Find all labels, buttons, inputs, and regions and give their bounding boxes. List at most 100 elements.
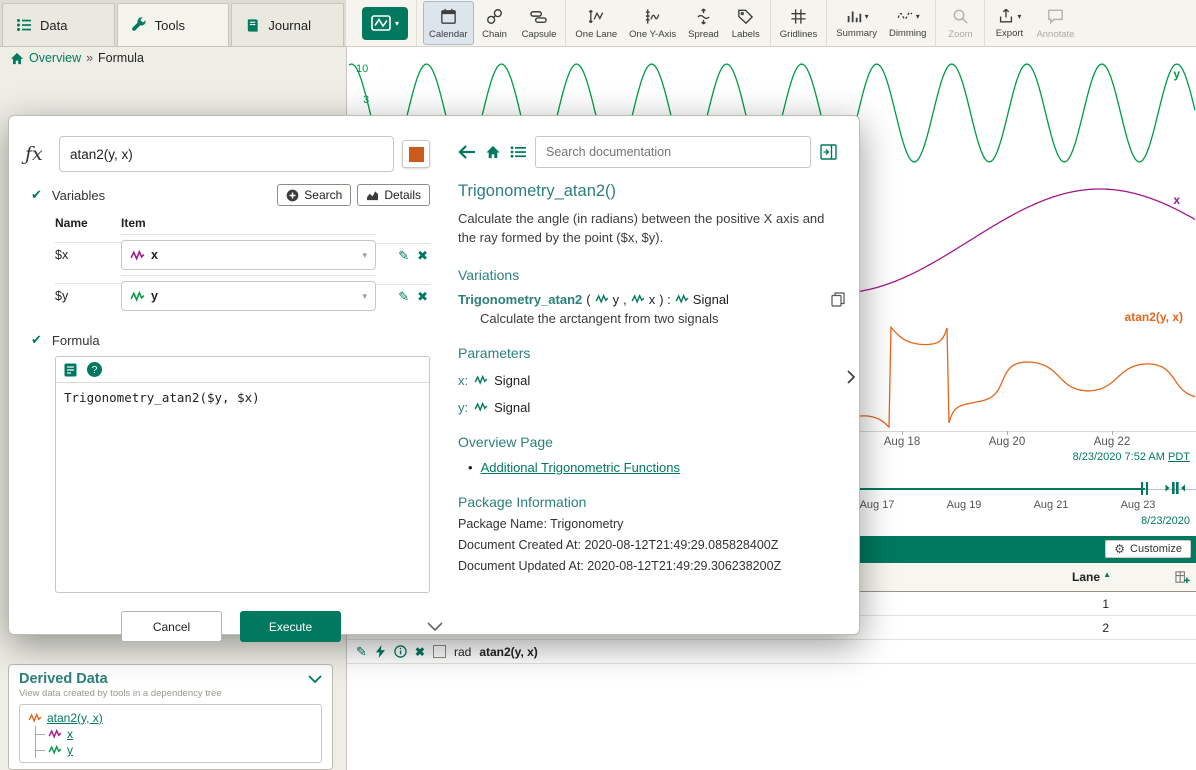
tree-node-child[interactable]: y — [36, 742, 313, 758]
row-selection-checkbox[interactable] — [433, 645, 446, 658]
help-icon[interactable]: ? — [87, 362, 102, 377]
info-icon[interactable] — [394, 645, 407, 658]
toolbar-button-annotate[interactable]: Annotate — [1030, 1, 1080, 45]
toolbar-button-spread[interactable]: Spread — [682, 1, 725, 45]
signal-color-swatch — [409, 147, 424, 162]
variable-item-dropdown-x[interactable]: x ▾ — [121, 240, 376, 270]
formula-name-input[interactable] — [59, 136, 394, 172]
collapse-panel-icon[interactable] — [820, 144, 837, 160]
lane-label-y: y — [1173, 67, 1180, 81]
trig-functions-link[interactable]: Additional Trigonometric Functions — [481, 460, 680, 475]
toolbar-button-labels[interactable]: Labels — [725, 1, 767, 45]
lane-cell: 1 — [1102, 597, 1109, 611]
signal-icon — [595, 294, 609, 304]
display-range-timestamp[interactable]: 8/23/2020 7:52 AM PDT — [1073, 451, 1190, 463]
toolbar-button-one-lane[interactable]: One Lane — [569, 1, 623, 45]
tree-child-link[interactable]: x — [67, 727, 73, 741]
variables-search-button[interactable]: Search — [277, 184, 351, 206]
tree-node-child[interactable]: x — [36, 726, 313, 742]
scrubber-date[interactable]: 8/23/2020 — [1141, 515, 1190, 527]
collapse-chevron-icon[interactable] — [308, 675, 322, 683]
scrubber-handle[interactable] — [1141, 482, 1143, 495]
chevron-right-icon[interactable] — [846, 369, 856, 385]
tab-journal-label: Journal — [268, 18, 311, 33]
variable-item-label: x — [151, 248, 158, 262]
signal-icon — [130, 291, 145, 302]
home-icon[interactable] — [10, 52, 24, 65]
formula-code[interactable]: Trigonometry_atan2($y, $x) — [56, 383, 429, 412]
breadcrumb-overview-link[interactable]: Overview — [29, 51, 81, 65]
tab-tools[interactable]: Tools — [117, 3, 230, 46]
index-list-icon[interactable] — [510, 145, 526, 159]
tree-node-root[interactable]: atan2(y, x) — [28, 709, 313, 726]
signal-name-cell[interactable]: atan2(y, x) — [479, 645, 537, 659]
doc-description: Calculate the angle (in radians) between… — [458, 210, 849, 248]
toolbar-button-summary[interactable]: ▾ Summary — [830, 1, 883, 45]
color-swatch-button[interactable] — [402, 140, 430, 168]
add-column-icon[interactable] — [1175, 570, 1190, 585]
gridlines-icon — [789, 7, 808, 26]
tree-root-link[interactable]: atan2(y, x) — [47, 711, 103, 725]
edit-pencil-icon[interactable]: ✎ — [398, 249, 409, 262]
x-axis-tick: Aug 18 — [867, 436, 937, 448]
data-list-icon — [16, 18, 32, 32]
formula-heading: Formula — [52, 333, 100, 348]
doc-search-input[interactable] — [535, 136, 811, 168]
snippets-icon[interactable] — [64, 363, 77, 377]
breadcrumb: Overview » Formula — [10, 51, 144, 65]
lane-label-x: x — [1173, 193, 1180, 207]
edit-pencil-icon[interactable]: ✎ — [398, 290, 409, 303]
formula-editor[interactable]: ? Trigonometry_atan2($y, $x) — [55, 356, 430, 593]
cancel-button[interactable]: Cancel — [121, 611, 222, 642]
scrubber-handle[interactable] — [1146, 482, 1148, 495]
bolt-icon[interactable] — [375, 645, 386, 658]
toolbar-button-calendar[interactable]: Calendar — [423, 1, 474, 45]
toolbar-button-export[interactable]: ▾ Export — [988, 1, 1030, 45]
tab-data[interactable]: Data — [2, 3, 115, 46]
bullet: • — [468, 460, 473, 475]
tab-journal[interactable]: Journal — [231, 3, 344, 46]
toolbar-button-chain[interactable]: Chain — [474, 1, 516, 45]
toolbar-button-capsule[interactable]: Capsule — [516, 1, 563, 45]
remove-variable-icon[interactable]: ✖ — [417, 290, 428, 303]
lane-label-atan2: atan2(y, x) — [1125, 310, 1183, 324]
variable-item-dropdown-y[interactable]: y ▾ — [121, 281, 376, 311]
scrubber-grip-icon[interactable] — [1163, 480, 1187, 496]
overview-page-heading: Overview Page — [458, 434, 849, 450]
toolbar-button-zoom[interactable]: Zoom — [939, 1, 981, 45]
home-icon[interactable] — [485, 145, 501, 159]
dimming-wave-icon — [896, 7, 914, 25]
variations-heading: Variations — [458, 267, 849, 283]
signal-icon — [28, 713, 42, 723]
derived-data-panel: Derived Data View data created by tools … — [8, 664, 333, 770]
edit-pencil-icon[interactable]: ✎ — [356, 645, 367, 658]
variable-item-label: y — [151, 289, 158, 303]
copy-icon[interactable] — [831, 292, 845, 307]
tree-child-link[interactable]: y — [67, 743, 73, 757]
chevron-down-icon: ▾ — [865, 12, 869, 21]
package-created-at: Document Created At: 2020-08-12T21:49:29… — [458, 538, 849, 552]
dependency-tree: atan2(y, x) x y — [19, 704, 322, 763]
variable-name: $y — [55, 283, 121, 308]
display-range-button[interactable]: ▾ — [362, 7, 408, 40]
parameters-heading: Parameters — [458, 345, 849, 361]
toolbar-button-gridlines[interactable]: Gridlines — [774, 1, 824, 45]
back-arrow-icon[interactable] — [458, 145, 476, 159]
variables-col-name: Name — [55, 212, 121, 234]
variables-details-button[interactable]: Details — [357, 184, 430, 206]
customize-button[interactable]: ⚙ Customize — [1105, 540, 1191, 558]
collapse-dialog-chevron-icon[interactable] — [427, 622, 443, 631]
execute-button[interactable]: Execute — [240, 611, 341, 642]
x-axis-tick: Aug 20 — [972, 436, 1042, 448]
signal-icon — [474, 402, 488, 412]
signal-icon — [675, 294, 689, 304]
toolbar-button-dimming[interactable]: ▾ Dimming — [883, 1, 932, 45]
y-axis-tick: 10 — [356, 63, 368, 75]
chevron-down-icon: ▾ — [395, 19, 399, 28]
remove-variable-icon[interactable]: ✖ — [417, 249, 428, 262]
one-y-axis-icon — [643, 7, 662, 26]
toolbar-button-one-y-axis[interactable]: One Y-Axis — [623, 1, 682, 45]
table-row[interactable]: ✎ ✖ rad atan2(y, x) — [347, 640, 1196, 664]
remove-signal-icon[interactable]: ✖ — [415, 645, 425, 659]
lane-column-header[interactable]: Lane — [1072, 570, 1100, 584]
